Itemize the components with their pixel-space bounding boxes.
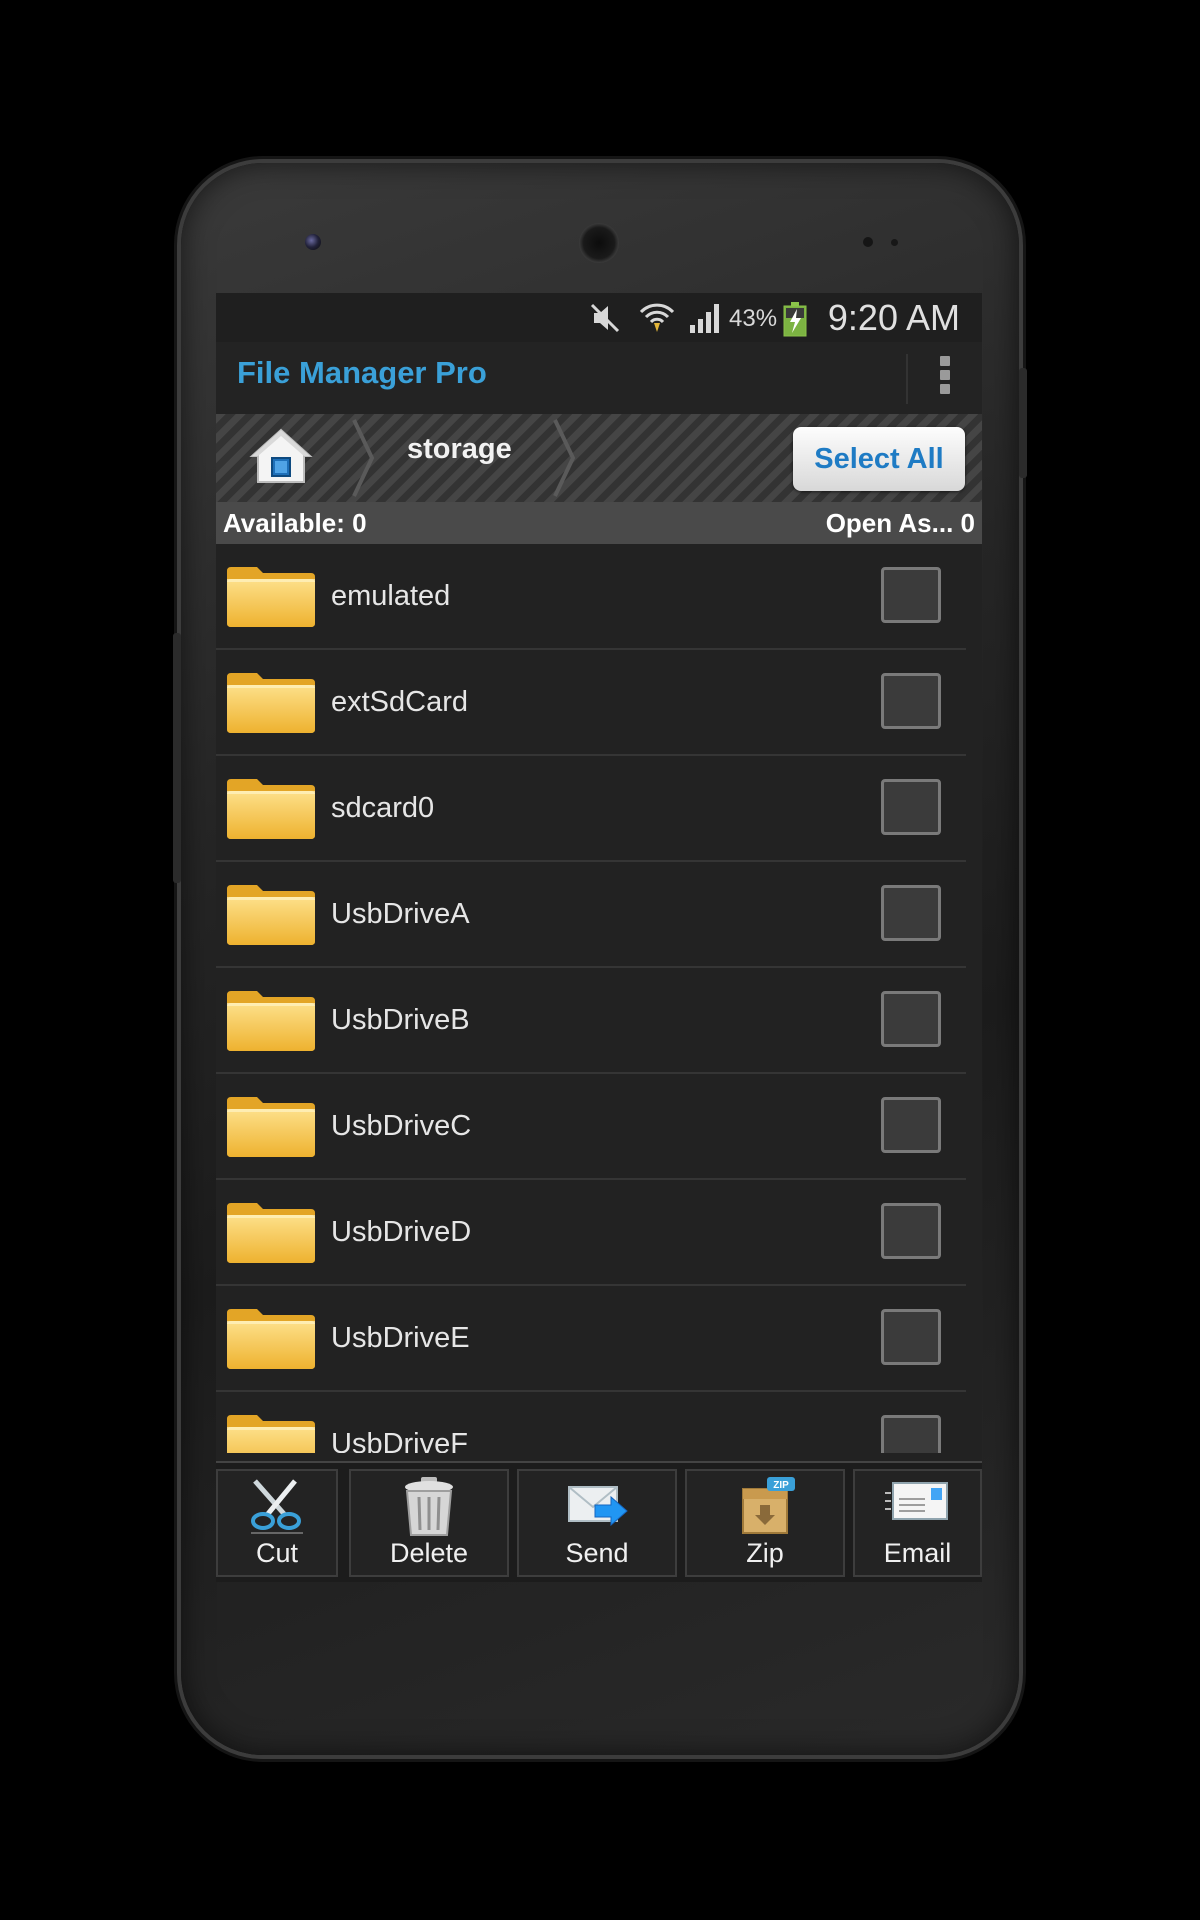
send-icon [568,1486,628,1527]
signal-icon [690,304,719,333]
file-list: emulated extSdCard sdcard0 UsbDriveA UsbDriv… [216,544,982,1453]
action-bar: File Manager Pro [216,342,982,414]
file-name: UsbDriveA [331,898,470,930]
file-row[interactable]: UsbDriveD [216,1180,966,1286]
file-name: UsbDriveB [331,1004,470,1036]
folder-icon [227,1097,315,1157]
file-row[interactable]: sdcard0 [216,756,966,862]
screen: 43% 9:20 AM File Manager Pro storage Sel… [216,293,982,1582]
file-name: extSdCard [331,686,469,718]
overflow-menu-icon[interactable] [938,356,952,400]
file-checkbox[interactable] [881,1097,941,1153]
breadcrumb-separator-icon [352,419,375,497]
file-checkbox[interactable] [881,673,941,729]
select-all-button[interactable]: Select All [793,427,965,491]
folder-icon [227,991,315,1051]
file-checkbox[interactable] [881,779,941,835]
file-name: UsbDriveD [331,1216,472,1248]
folder-icon [227,1415,315,1453]
file-checkbox[interactable] [881,1415,941,1453]
delete-button[interactable]: Delete [349,1469,509,1577]
open-as-count[interactable]: Open As... 0 [826,508,975,539]
file-row[interactable]: UsbDriveF [216,1392,966,1453]
file-checkbox[interactable] [881,567,941,623]
email-label: Email [883,1538,952,1568]
file-row[interactable]: emulated [216,544,966,650]
file-checkbox[interactable] [881,1203,941,1259]
breadcrumb-separator-icon [553,419,576,497]
file-name: emulated [331,580,451,612]
file-row[interactable]: UsbDriveC [216,1074,966,1180]
breadcrumb-storage[interactable]: storage [407,433,512,466]
mute-icon [590,303,620,333]
scissors-icon [251,1479,303,1534]
cut-label: Cut [255,1538,299,1568]
proximity-sensor [863,237,873,247]
file-checkbox[interactable] [881,885,941,941]
bottom-toolbar: Cut Delete Send ZIP Zip Email [216,1461,982,1582]
send-label: Send [565,1538,629,1568]
delete-label: Delete [389,1538,469,1568]
action-bar-divider [906,354,908,404]
cut-button[interactable]: Cut [216,1469,338,1577]
zip-icon: ZIP [742,1477,795,1534]
zip-badge: ZIP [773,1480,789,1491]
file-checkbox[interactable] [881,1309,941,1365]
front-camera [305,234,321,250]
folder-icon [227,885,315,945]
file-checkbox[interactable] [881,991,941,1047]
trash-icon [405,1477,453,1536]
status-bar: 43% 9:20 AM [216,293,982,342]
path-bar: storage Select All [216,414,982,502]
battery-percent: 43% [729,305,778,332]
folder-icon [227,779,315,839]
file-name: UsbDriveF [331,1428,468,1453]
folder-icon [227,1203,315,1263]
info-bar: Available: 0 Open As... 0 [216,502,982,544]
file-name: UsbDriveC [331,1110,472,1142]
file-row[interactable]: UsbDriveA [216,862,966,968]
file-row[interactable]: UsbDriveB [216,968,966,1074]
app-title: File Manager Pro [237,355,487,390]
file-row[interactable]: UsbDriveE [216,1286,966,1392]
earpiece-speaker [579,223,619,263]
file-name: sdcard0 [331,792,435,824]
light-sensor [891,239,898,246]
email-button[interactable]: Email [853,1469,982,1577]
battery-charging-icon [783,302,807,337]
folder-icon [227,567,315,627]
file-name: UsbDriveE [331,1322,470,1354]
email-icon [884,1482,948,1520]
file-row[interactable]: extSdCard [216,650,966,756]
volume-button [173,633,181,883]
folder-icon [227,673,315,733]
home-icon[interactable] [248,424,314,490]
send-button[interactable]: Send [517,1469,677,1577]
power-button [1019,368,1027,478]
status-time: 9:20 AM [827,297,960,338]
folder-icon [227,1309,315,1369]
available-count: Available: 0 [223,508,367,538]
zip-label: Zip [746,1538,784,1568]
zip-button[interactable]: ZIP Zip [685,1469,845,1577]
wifi-icon [639,303,675,332]
